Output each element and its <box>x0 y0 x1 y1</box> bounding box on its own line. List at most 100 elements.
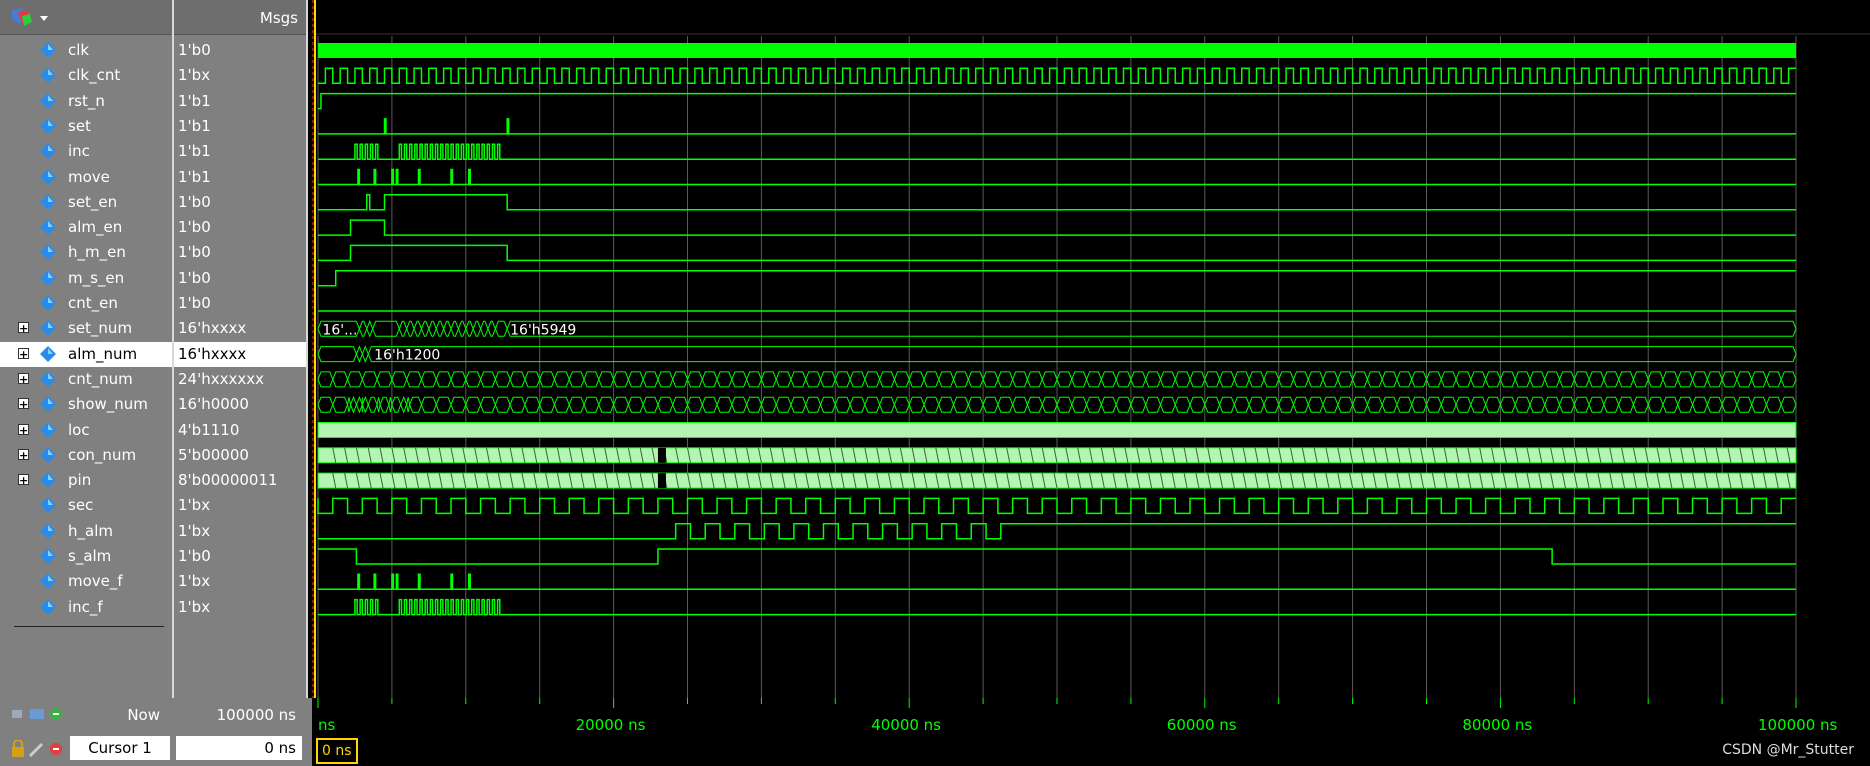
signal-row-move-f[interactable]: move_f <box>0 569 172 594</box>
expand-icon[interactable]: + <box>18 347 29 360</box>
expand-icon[interactable]: + <box>18 423 29 436</box>
wave-show-num-segment <box>1041 396 1058 413</box>
signal-row-cnt-en[interactable]: cnt_en <box>0 291 172 316</box>
signal-row-inc-f[interactable]: inc_f <box>0 595 172 620</box>
signal-value-inc: 1'b1 <box>174 139 306 164</box>
wave-toolbar-icon[interactable] <box>10 6 50 28</box>
wave-cnt-num-segment <box>613 371 629 388</box>
wave-cnt-num-segment <box>864 371 881 388</box>
wave-cnt-num-segment <box>361 371 378 388</box>
expand-icon[interactable]: + <box>18 398 29 410</box>
wave-show-num-segment <box>775 396 792 413</box>
wave-cnt-num-segment <box>480 371 496 388</box>
signal-value-text: 1'bx <box>178 66 211 85</box>
wave-show-num-segment <box>1366 396 1383 413</box>
wave-show-num-segment <box>1292 396 1309 413</box>
wave-show-num-segment <box>1618 396 1634 413</box>
cursor-value: 0 ns <box>176 736 302 760</box>
wave-show-num-segment <box>1233 396 1250 413</box>
signal-row-cnt-num[interactable]: + cnt_num <box>0 367 172 392</box>
signal-row-rst-n[interactable]: rst_n <box>0 89 172 114</box>
signal-name: con_num <box>68 445 137 464</box>
signal-value-move: 1'b1 <box>174 165 306 190</box>
signal-diamond-icon <box>40 396 56 413</box>
wave-cnt-num-segment <box>1278 371 1295 388</box>
values-splitter[interactable] <box>306 0 308 766</box>
wave-show-num-segment <box>849 396 866 413</box>
cursor-name[interactable]: Cursor 1 <box>70 736 170 760</box>
wave-show-num-segment <box>1425 396 1442 413</box>
signal-row-clk-cnt[interactable]: clk_cnt <box>0 63 172 88</box>
wave-show-num-segment <box>379 396 390 413</box>
wave-cnt-num-segment <box>1307 371 1324 388</box>
now-toolbar-icons[interactable] <box>10 706 66 722</box>
signal-row-s-alm[interactable]: s_alm <box>0 544 172 569</box>
wave-show-num-segment <box>908 396 925 413</box>
signal-diamond-icon <box>40 522 56 539</box>
expand-icon[interactable]: + <box>18 372 29 385</box>
wave-show-num-segment <box>1381 396 1398 413</box>
wave-show-num-segment <box>1204 396 1221 413</box>
signal-row-con-num[interactable]: + con_num <box>0 443 172 468</box>
wave-set-num-segment <box>435 320 445 337</box>
signal-row-loc[interactable]: + loc <box>0 418 172 443</box>
signal-name: s_alm <box>68 547 112 565</box>
signal-diamond-icon <box>40 143 56 160</box>
wave-show-num-segment <box>1692 396 1708 413</box>
signal-row-pin[interactable]: + pin <box>0 468 172 493</box>
wave-show-num-segment <box>1706 396 1723 413</box>
signal-value-sec: 1'bx <box>174 493 306 518</box>
signal-row-set-en[interactable]: set_en <box>0 190 172 215</box>
wave-cnt-num-segment <box>1455 371 1472 388</box>
signal-row-sec[interactable]: sec <box>0 493 172 518</box>
signal-row-move[interactable]: move <box>0 165 172 190</box>
wave-cnt-num-segment <box>923 371 940 388</box>
signal-diamond-icon <box>40 193 56 210</box>
wave-cnt-num-segment <box>1233 371 1250 388</box>
wave-cnt-num-segment <box>435 371 452 388</box>
wave-cnt-num-segment <box>1647 371 1664 388</box>
wave-cnt-num-segment <box>598 371 615 388</box>
cursor-toolbar-icons[interactable] <box>10 740 66 758</box>
expand-icon[interactable]: + <box>18 448 29 461</box>
wave-set-num-segment <box>372 320 400 337</box>
signal-diamond-icon <box>40 345 56 362</box>
wave-show-num-segment <box>731 396 748 413</box>
wave-cnt-num-segment <box>819 371 836 388</box>
signal-row-set-num[interactable]: + set_num <box>0 316 172 341</box>
wave-show-num-segment <box>642 396 659 413</box>
wave-show-num-segment <box>923 396 940 413</box>
expand-icon[interactable]: + <box>18 474 29 486</box>
wave-cnt-num-segment <box>1573 371 1590 388</box>
signal-row-inc[interactable]: inc <box>0 139 172 164</box>
cursor-marker[interactable]: 0 ns <box>316 738 358 764</box>
signal-row-h-alm[interactable]: h_alm <box>0 519 172 544</box>
signal-row-set[interactable]: set <box>0 114 172 139</box>
signal-row-clk[interactable]: clk <box>0 38 172 63</box>
signal-value-text: 1'b0 <box>178 218 211 237</box>
wave-show-num-segment <box>1632 396 1649 413</box>
signal-value-text: 1'bx <box>178 572 211 591</box>
wave-show-num-segment <box>1159 396 1176 413</box>
expand-icon[interactable]: + <box>18 322 29 334</box>
signal-name: clk <box>68 41 90 59</box>
signal-row-show-num[interactable]: + show_num <box>0 392 172 417</box>
signal-value-clk-cnt: 1'bx <box>174 63 306 88</box>
wave-cnt-num-segment <box>1736 371 1753 388</box>
waveform-canvas[interactable]: 16'... 16'h5949 16'h1200 <box>312 0 1870 766</box>
wave-cnt-num-segment <box>1751 371 1767 388</box>
signal-value-rst-n: 1'b1 <box>174 89 306 114</box>
signal-value-text: 1'b0 <box>178 192 211 211</box>
wave-cnt-num-segment <box>716 371 733 388</box>
wave-set-num-label-first: 16'... <box>322 322 357 338</box>
signal-row-alm-num[interactable]: + alm_num <box>0 341 172 367</box>
wave-set-num-segment <box>457 320 467 337</box>
wave-cnt-num-segment <box>642 371 659 388</box>
wave-show-num-segment <box>1751 396 1767 413</box>
signal-row-h-m-en[interactable]: h_m_en <box>0 240 172 265</box>
signal-name: move_f <box>68 572 123 591</box>
signal-row-m-s-en[interactable]: m_s_en <box>0 266 172 291</box>
wave-show-num-segment <box>361 395 369 414</box>
wave-set-num-segment <box>465 320 474 337</box>
signal-row-alm-en[interactable]: alm_en <box>0 215 172 240</box>
